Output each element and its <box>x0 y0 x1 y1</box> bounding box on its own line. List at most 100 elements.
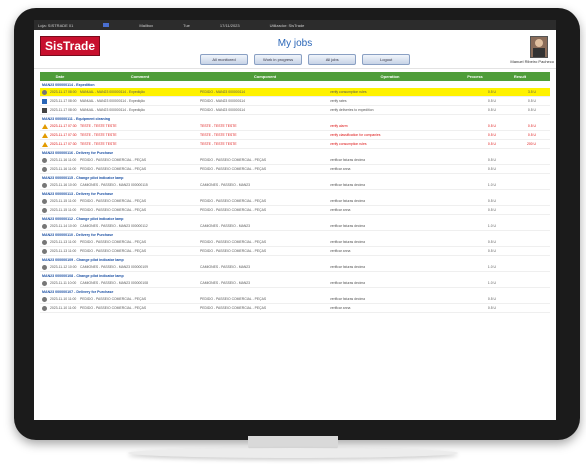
column-header-result[interactable]: Result <box>500 74 540 79</box>
row-operation: verificar anna <box>330 249 351 253</box>
gear-icon[interactable] <box>42 89 47 95</box>
row-comment: MANUAL - MAN23 000000114 - Expedição <box>80 99 145 103</box>
table-row[interactable]: 2023-11-17 08:00 MANUAL - MAN23 000000114… <box>40 88 550 97</box>
column-header-component[interactable]: Component <box>200 74 330 79</box>
row-comment: MANUAL - MAN23 000000114 - Expedição <box>80 108 145 112</box>
row-process: 0.5 U <box>487 240 496 244</box>
gear-icon[interactable] <box>42 248 47 254</box>
row-comment: CAMIONES - PASSEIO - MAN23 000000115 <box>80 183 148 187</box>
table-row[interactable]: 2023-11-17 08:00 MANUAL - MAN23 000000114… <box>40 97 550 106</box>
row-process: 0.5 U <box>487 306 496 310</box>
row-date: 2023-11-11 10:00 <box>50 281 77 285</box>
column-header-date[interactable]: Date <box>40 74 80 79</box>
table-row[interactable]: 2023-11-16 10:00 CAMIONES - PASSEIO - MAN… <box>40 181 550 190</box>
row-process: 0.5 U <box>487 108 496 112</box>
row-date: 2023-11-16 11:00 <box>50 158 77 162</box>
row-operation: verificar faturas decima <box>330 297 366 301</box>
column-header-process[interactable]: Process <box>450 74 500 79</box>
os-bar-mailbox[interactable]: Mailbox <box>139 23 153 28</box>
os-bar-day: Tue <box>183 22 190 28</box>
row-date: 2023-11-14 10:00 <box>50 224 77 228</box>
row-comment: PEDIDO - PASSEIO COMERCIAL - PEÇAS <box>80 199 147 203</box>
table-row[interactable]: 2023-11-13 11:00 PEDIDO - PASSEIO COMERCI… <box>40 238 550 247</box>
row-component: PEDIDO - PASSEIO COMERCIAL - PEÇAS <box>200 297 267 301</box>
row-comment: MANUAL - MAN23 000000114 - Expedição <box>80 90 145 94</box>
user-name: Manuel Ribeiro Pacheco <box>510 59 554 64</box>
gear-icon[interactable] <box>42 157 47 163</box>
gear-icon[interactable] <box>42 280 47 286</box>
gear-icon[interactable] <box>42 239 47 245</box>
row-operation: verificar faturas decima <box>330 240 366 244</box>
table-row[interactable]: 2023-11-15 11:00 PEDIDO - PASSEIO COMERCI… <box>40 197 550 206</box>
table-row[interactable]: 2023-11-10 11:00 PEDIDO - PASSEIO COMERCI… <box>40 295 550 304</box>
avatar[interactable] <box>530 36 548 58</box>
table-row[interactable]: 2023-11-16 11:00 PEDIDO - PASSEIO COMERCI… <box>40 156 550 165</box>
tab-work-in-progress[interactable]: Work in progress <box>254 54 303 65</box>
logout-button[interactable]: Logout <box>362 54 411 65</box>
table-row[interactable]: 2023-11-10 11:00 PEDIDO - PASSEIO COMERCI… <box>40 304 550 313</box>
row-result: 3.5 U <box>527 90 536 94</box>
check-icon[interactable] <box>42 107 47 113</box>
table-row[interactable]: 2023-11-17 07:30 TESTE - TESTE TESTE TESTE… <box>40 140 550 149</box>
row-component: CAMIONES - PASSEIO - MAN23 <box>200 265 251 269</box>
gear-icon[interactable] <box>42 296 47 302</box>
row-operation: verificar anna <box>330 208 351 212</box>
table-row[interactable]: 2023-11-11 10:00 CAMIONES - PASSEIO - MAN… <box>40 279 550 288</box>
row-operation: verificar anna <box>330 306 351 310</box>
row-operation: verify consumption rules <box>330 142 367 146</box>
row-process: 0.5 U <box>487 297 496 301</box>
os-bar-date: 17/11/2023 <box>219 22 240 28</box>
table-row[interactable]: 2023-11-14 10:00 CAMIONES - PASSEIO - MAN… <box>40 222 550 231</box>
table-row[interactable]: 2023-11-17 07:30 TESTE - TESTE TESTE TESTE… <box>40 122 550 131</box>
gear-icon[interactable] <box>42 182 47 188</box>
document-icon[interactable] <box>42 98 47 104</box>
warning-icon[interactable] <box>42 132 48 138</box>
row-comment: PEDIDO - PASSEIO COMERCIAL - PEÇAS <box>80 208 147 212</box>
row-date: 2023-11-17 07:30 <box>50 124 77 128</box>
flag-icon <box>103 23 110 27</box>
tab-all-monitored[interactable]: All monitored <box>200 54 248 65</box>
row-date: 2023-11-13 11:00 <box>50 249 77 253</box>
page-title: My jobs <box>277 38 313 49</box>
column-header-comment[interactable]: Comment <box>80 74 200 79</box>
row-process: 0.5 U <box>487 99 496 103</box>
row-date: 2023-11-16 11:00 <box>50 167 77 171</box>
column-header-operation[interactable]: Operation <box>330 74 450 79</box>
gear-icon[interactable] <box>42 264 47 270</box>
view-tabs: All monitored Work in progress All jobs … <box>200 54 411 65</box>
row-date: 2023-11-17 08:00 <box>50 108 77 112</box>
row-process: 0.5 U <box>487 124 496 128</box>
row-process: 1.0 U <box>487 265 496 269</box>
table-row[interactable]: 2023-11-13 11:00 PEDIDO - PASSEIO COMERCI… <box>40 247 550 256</box>
table-row[interactable]: 2023-11-12 10:00 CAMIONES - PASSEIO - MAN… <box>40 263 550 272</box>
row-comment: PEDIDO - PASSEIO COMERCIAL - PEÇAS <box>80 249 147 253</box>
row-date: 2023-11-15 11:00 <box>50 208 77 212</box>
monitor-stand-base <box>128 448 458 458</box>
gear-icon[interactable] <box>42 305 47 311</box>
row-date: 2023-11-17 07:30 <box>50 142 77 146</box>
row-date: 2023-11-16 10:00 <box>50 183 77 187</box>
table-row[interactable]: 2023-11-17 08:00 MANUAL - MAN23 000000114… <box>40 106 550 115</box>
gear-icon[interactable] <box>42 223 47 229</box>
gear-icon[interactable] <box>42 166 47 172</box>
os-bar-store: Loja: SISTRADE 01 <box>38 22 74 28</box>
warning-icon[interactable] <box>42 141 48 147</box>
row-component: PEDIDO - PASSEIO COMERCIAL - PEÇAS <box>200 199 267 203</box>
table-row[interactable]: 2023-11-17 07:30 TESTE - TESTE TESTE TESTE… <box>40 131 550 140</box>
tab-all-jobs[interactable]: All jobs <box>308 54 357 65</box>
row-operation: verificar faturas decima <box>330 281 366 285</box>
row-date: 2023-11-17 08:00 <box>50 99 77 103</box>
row-operation: verify rates <box>330 99 347 103</box>
gear-icon[interactable] <box>42 198 47 204</box>
jobs-list: MAN23 000000114 - Expedition 2023-11-17 0… <box>40 82 550 313</box>
row-result: 0.5 U <box>527 99 536 103</box>
row-comment: CAMIONES - PASSEIO - MAN23 000000108 <box>80 281 148 285</box>
table-row[interactable]: 2023-11-15 11:00 PEDIDO - PASSEIO COMERCI… <box>40 206 550 215</box>
os-bar-user: Utilizador: SisTrade <box>269 22 305 28</box>
gear-icon[interactable] <box>42 207 47 213</box>
table-row[interactable]: 2023-11-16 11:00 PEDIDO - PASSEIO COMERCI… <box>40 165 550 174</box>
row-component: PEDIDO - PASSEIO COMERCIAL - PEÇAS <box>200 249 267 253</box>
row-operation: verificar faturas decima <box>330 265 366 269</box>
row-process: 1.0 U <box>487 224 496 228</box>
warning-icon[interactable] <box>42 123 48 129</box>
